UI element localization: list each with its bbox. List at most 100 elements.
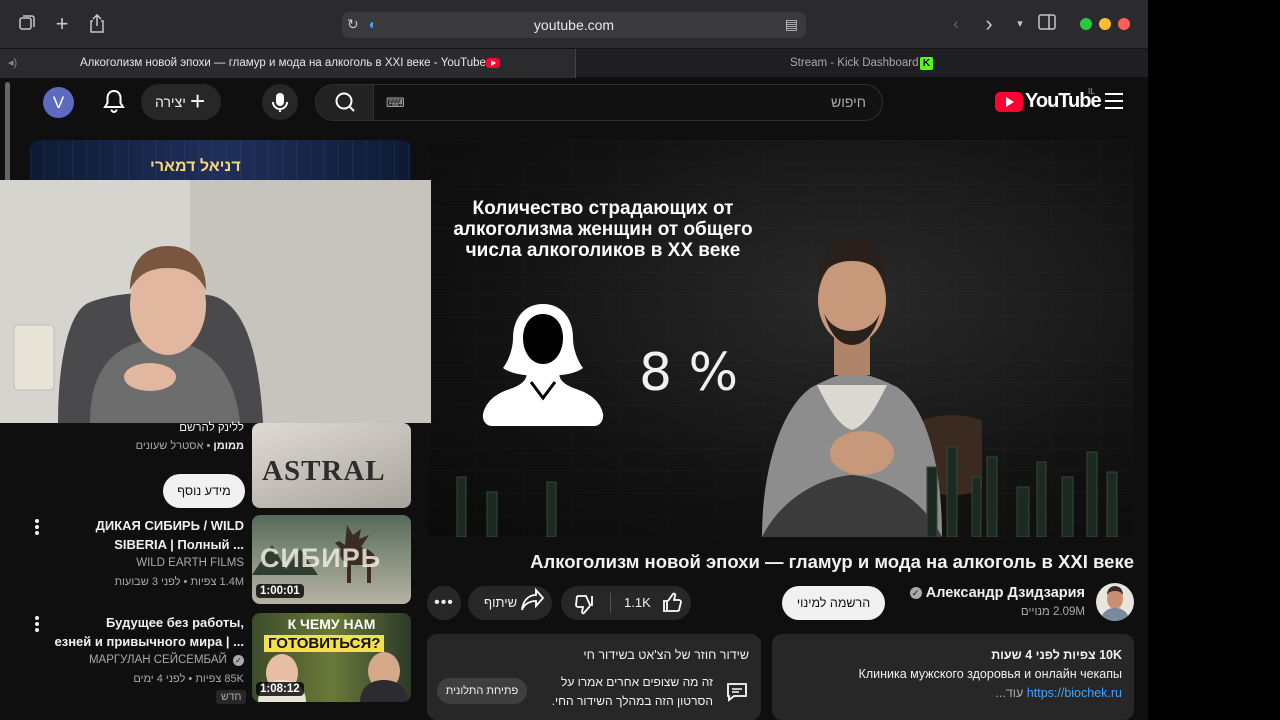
tab-kick-title: Stream - Kick Dashboard: [790, 57, 919, 69]
like-dislike-group: 1.1K: [561, 586, 691, 620]
dislike-button[interactable]: [573, 586, 595, 633]
sponsored-label: ממומן: [213, 440, 244, 452]
kick-favicon-icon: K: [920, 57, 933, 70]
channel-avatar-image: [1101, 586, 1129, 621]
more-actions-button[interactable]: •••: [427, 586, 461, 620]
ad-thumbnail-text: ASTRAL: [262, 455, 386, 487]
related-2-title-line2[interactable]: езней и привычного мира | ...: [46, 632, 244, 651]
like-button[interactable]: [661, 586, 683, 633]
related-1-thumbnail[interactable]: СИБИРЬ 1:00:01: [252, 515, 411, 604]
webcam-overlay: [0, 180, 431, 423]
youtube-logo-icon: [995, 92, 1023, 112]
description-card[interactable]: 10K צפיות לפני 4 שעות Клиника мужского з…: [772, 634, 1134, 720]
dot-separator: •: [203, 440, 211, 452]
video-player[interactable]: Количество страдающих от алкоголизма жен…: [427, 140, 1134, 537]
ad-thumbnail[interactable]: ASTRAL: [252, 423, 411, 508]
description-line1: Клиника мужского здоровья и онлайн чекап…: [858, 667, 1122, 681]
youtube-favicon-icon: [486, 58, 500, 68]
tab-youtube[interactable]: ◂) Алкоголизм новой эпохи — гламур и мод…: [0, 49, 576, 78]
address-bar[interactable]: ↻ ◖ youtube.com ▤: [342, 12, 806, 38]
description-link[interactable]: https://biochek.ru: [1027, 686, 1122, 700]
voice-search-button[interactable]: [262, 84, 298, 120]
related-1-title-line1[interactable]: ДИКАЯ СИБИРЬ / WILD: [46, 516, 244, 535]
webcam-person: [0, 180, 431, 423]
related-2-thumbnail[interactable]: К ЧЕМУ НАМ ГОТОВИТЬСЯ? 1:08:12: [252, 613, 411, 702]
related-2-duration: 1:08:12: [256, 682, 304, 696]
open-chat-button[interactable]: פתיחת התלונית: [437, 678, 527, 704]
live-chat-heading: שידור חוזר של הצ'אט בשידור חי: [583, 648, 749, 662]
kebab-menu-icon[interactable]: [33, 519, 41, 537]
related-1-thumbnail-text: СИБИРЬ: [260, 543, 382, 573]
country-code: IL: [1088, 87, 1095, 96]
description-stats: 10K צפיות לפני 4 שעות: [991, 648, 1122, 662]
speaker-icon[interactable]: ◂): [8, 49, 17, 78]
channel-avatar[interactable]: [1096, 583, 1134, 621]
ad-register-link[interactable]: ללינק להרשם: [60, 422, 244, 434]
related-1-duration: 1:00:01: [256, 584, 304, 598]
screen: + ↻ ◖ youtube.com ▤ ‹ › ▾ ◂) Алкоголизм …: [0, 0, 1280, 720]
subscribe-button[interactable]: הרשמה למינוי: [782, 586, 885, 620]
share-button[interactable]: שיתוף: [468, 586, 552, 620]
related-1-title-line2[interactable]: SIBERIA | Полный ...: [46, 535, 244, 554]
related-1-meta: 1.4M צפיות • לפני 3 שבועות: [114, 576, 244, 588]
maximize-button[interactable]: [1080, 18, 1092, 30]
live-chat-replay-card: שידור חוזר של הצ'אט בשידור חי זה מה שצופ…: [427, 634, 761, 720]
create-button[interactable]: יצירה +: [141, 84, 221, 120]
browser-toolbar: + ↻ ◖ youtube.com ▤ ‹ › ▾: [0, 0, 1148, 48]
new-badge: חדש: [216, 690, 247, 704]
menu-icon[interactable]: [1105, 93, 1123, 111]
thumbs-down-icon: [575, 595, 593, 615]
back-icon[interactable]: ‹: [946, 14, 966, 34]
reader-icon[interactable]: ▤: [785, 16, 798, 33]
description-line2: ...עוד https://biochek.ru: [995, 686, 1122, 700]
browser-window: + ↻ ◖ youtube.com ▤ ‹ › ▾ ◂) Алкоголизм …: [0, 0, 1148, 720]
ad-advertiser: אסטרל שעונים: [135, 440, 204, 452]
description-more[interactable]: ...עוד: [995, 686, 1023, 700]
ad-banner-text: דניאל דמארי: [150, 158, 241, 175]
share-icon: [521, 587, 544, 611]
notifications-bell-icon[interactable]: [102, 88, 126, 114]
tab-youtube-title: Алкоголизм новой эпохи — гламур и мода н…: [80, 57, 486, 69]
related-2-channel[interactable]: ✓ МАРГУЛАН СЕЙСЕМБАЙ: [46, 654, 244, 666]
video-overlay-title: Количество страдающих от алкоголизма жен…: [453, 198, 753, 261]
related-2-meta: 85K צפיות • לפני 4 ימים: [133, 673, 244, 685]
chevron-down-icon[interactable]: ▾: [1010, 14, 1030, 34]
bottles-decor: [456, 446, 1118, 537]
keyboard-icon[interactable]: ⌨: [386, 95, 405, 111]
verified-icon: ✓: [233, 655, 244, 666]
search-button[interactable]: [316, 85, 374, 120]
account-avatar[interactable]: V: [43, 87, 74, 118]
tab-bar: ◂) Алкоголизм новой эпохи — гламур и мод…: [0, 48, 1148, 78]
video-title: Алкоголизм новой эпохи — гламур и мода н…: [530, 551, 1134, 572]
channel-name[interactable]: ✓ Александр Дзидзария: [890, 585, 1085, 601]
close-button[interactable]: [1118, 18, 1130, 30]
verified-icon: ✓: [909, 587, 922, 599]
search-box[interactable]: ⌨ חיפוש: [315, 84, 883, 121]
live-chat-line2: הסרטון הזה במהלך השידור החי.: [551, 694, 713, 708]
plus-icon: +: [190, 86, 206, 116]
tab-overview-icon[interactable]: [17, 14, 37, 34]
yt-masthead: V יצירה + ⌨ חיפוש YouTube IL: [0, 78, 1148, 130]
chat-bubble-icon: [727, 683, 747, 702]
related-2-channel-name: МАРГУЛАН СЕЙСЕМБАЙ: [88, 654, 227, 666]
search-input[interactable]: חיפוש: [831, 94, 866, 110]
share-label: שיתוף: [484, 595, 518, 610]
new-tab-icon[interactable]: +: [52, 13, 72, 35]
sidebar-toggle-icon[interactable]: [1037, 14, 1057, 34]
forward-icon[interactable]: ›: [979, 13, 999, 35]
related-2-title-line1[interactable]: Будущее без работы,: [46, 613, 244, 632]
subscriber-count: 2.09M מנויים: [1020, 606, 1085, 618]
tab-kick[interactable]: Stream - Kick Dashboard K: [577, 49, 1148, 78]
live-chat-line1: זה מה שצופים אחרים אמרו על: [560, 675, 713, 689]
like-count: 1.1K: [624, 595, 651, 610]
related-1-channel[interactable]: WILD EARTH FILMS: [46, 557, 244, 569]
more-info-button[interactable]: מידע נוסף: [163, 474, 245, 508]
sidebar-ad-banner[interactable]: דניאל דמארי: [30, 140, 411, 182]
search-icon: [335, 92, 355, 112]
minimize-button[interactable]: [1099, 18, 1111, 30]
kebab-menu-icon[interactable]: [33, 616, 41, 634]
share-page-icon[interactable]: [87, 13, 107, 34]
url-text: youtube.com: [533, 17, 615, 33]
like-divider: [610, 593, 611, 613]
channel-name-text: Александр Дзидзария: [925, 585, 1085, 601]
